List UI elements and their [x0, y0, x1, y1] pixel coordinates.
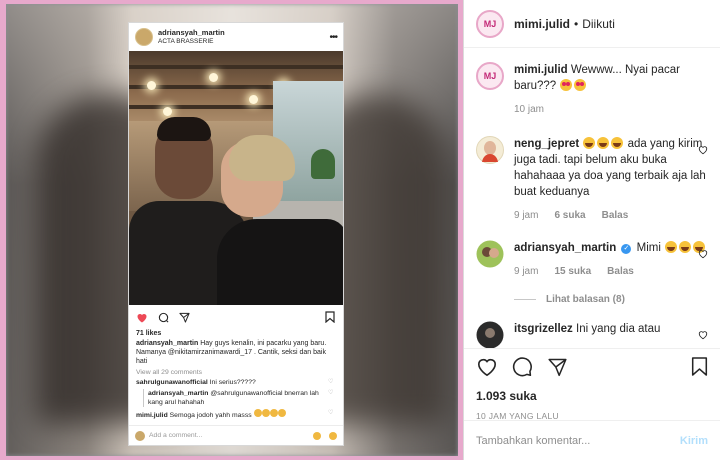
- laughing-emoji: [665, 241, 678, 253]
- screenshot-post-card: adriansyah_martin ACTA BRASSERIE ••• 71 …: [128, 22, 344, 446]
- screenshot-caption: adriansyah_martin Hay guys kenalin, ini …: [136, 340, 327, 365]
- comment-row: adriansyah_martin ✓ Mimi 9 jam 15 suka B…: [476, 240, 708, 280]
- post-actions: 1.093 suka 10 JAM YANG LALU: [464, 348, 720, 421]
- comment-username[interactable]: mimi.julid: [514, 64, 568, 76]
- follow-status[interactable]: Diikuti: [582, 17, 615, 31]
- heart-icon[interactable]: [698, 246, 708, 259]
- post-sidebar: MJ mimi.julid • Diikuti MJ mimi.julid We…: [463, 0, 720, 460]
- screenshot-likes: 71 likes: [136, 330, 162, 337]
- screenshot-comment: sahrulgunawanofficial Ini serius????? ♡: [129, 376, 343, 387]
- avatar[interactable]: [476, 136, 504, 164]
- separator-dot: •: [574, 16, 579, 31]
- laughing-emoji: [679, 241, 692, 253]
- screenshot-add-comment: Add a comment...: [129, 425, 343, 445]
- screenshot-actions: [129, 305, 343, 329]
- heart-eyes-emoji: [560, 79, 573, 91]
- post-header: MJ mimi.julid • Diikuti: [464, 0, 720, 48]
- heart-icon: ♡: [328, 379, 334, 385]
- caption-row: MJ mimi.julid Wewww... Nyai pacar baru??…: [476, 62, 708, 118]
- screenshot-location: ACTA BRASSERIE: [158, 38, 214, 45]
- screenshot-comment-reply: adriansyah_martin @sahrulgunawanofficial…: [129, 387, 343, 407]
- comment-time[interactable]: 9 jam: [514, 208, 538, 224]
- add-comment-bar: Kirim: [464, 420, 720, 460]
- heart-icon[interactable]: [476, 357, 498, 382]
- heart-icon[interactable]: [698, 327, 708, 340]
- likes-count[interactable]: 1.093 suka: [476, 389, 708, 403]
- post-media[interactable]: adriansyah_martin ACTA BRASSERIE ••• 71 …: [0, 0, 463, 460]
- screenshot-avatar: [135, 28, 153, 46]
- screenshot-post-header: adriansyah_martin ACTA BRASSERIE •••: [129, 23, 343, 51]
- laughing-emoji: [597, 137, 610, 149]
- comment-time[interactable]: 9 jam: [514, 264, 538, 280]
- verified-icon: ✓: [621, 244, 632, 254]
- comment-icon[interactable]: [512, 356, 533, 382]
- comment-text: neng_jepret ada yang kirim juga tadi. ta…: [514, 137, 706, 198]
- bookmark-icon: [324, 311, 336, 323]
- divider-line: [514, 299, 536, 300]
- reply-button[interactable]: Balas: [607, 264, 634, 280]
- share-icon: [178, 311, 190, 323]
- heart-icon[interactable]: [698, 142, 708, 155]
- author-username[interactable]: mimi.julid: [514, 17, 570, 31]
- comment-username[interactable]: adriansyah_martin: [514, 242, 616, 254]
- screenshot-username: adriansyah_martin: [158, 28, 225, 37]
- comments-list[interactable]: MJ mimi.julid Wewww... Nyai pacar baru??…: [464, 48, 720, 348]
- comment-row: neng_jepret ada yang kirim juga tadi. ta…: [476, 136, 708, 224]
- caption-text: mimi.julid Wewww... Nyai pacar baru???: [514, 64, 680, 92]
- post-comment-button[interactable]: Kirim: [680, 435, 708, 447]
- laughing-emoji: [611, 137, 624, 149]
- comment-likes[interactable]: 15 suka: [554, 264, 591, 280]
- heart-icon: [136, 311, 148, 323]
- view-replies-button[interactable]: Lihat balasan (8): [514, 294, 708, 305]
- avatar[interactable]: [476, 321, 504, 348]
- author-avatar[interactable]: MJ: [476, 9, 504, 38]
- heart-icon: ♡: [328, 410, 334, 416]
- screenshot-comment: mimi.julid Semoga jodoh yahh masss ♡: [129, 407, 343, 420]
- couple-photo: [129, 51, 343, 305]
- comment-icon: [157, 311, 169, 323]
- comment-input[interactable]: [476, 434, 680, 447]
- laughing-emoji: [583, 137, 596, 149]
- heart-icon: ♡: [328, 390, 334, 396]
- comment-text: adriansyah_martin ✓ Mimi: [514, 240, 708, 256]
- comment-username[interactable]: itsgrizellez: [514, 323, 573, 335]
- share-icon[interactable]: [547, 357, 568, 382]
- comment-likes[interactable]: 6 suka: [554, 208, 585, 224]
- comment-time[interactable]: 10 jam: [514, 102, 544, 118]
- reply-button[interactable]: Balas: [602, 208, 629, 224]
- screenshot-mini-avatar: [135, 430, 145, 441]
- screenshot-view-all: View all 29 comments: [136, 369, 202, 376]
- avatar[interactable]: [476, 240, 504, 268]
- comment-row: itsgrizellez Ini yang dia atau: [476, 321, 708, 348]
- comment-text: itsgrizellez Ini yang dia atau: [514, 323, 661, 335]
- bookmark-icon[interactable]: [691, 356, 708, 382]
- more-icon: •••: [329, 31, 337, 43]
- comment-username[interactable]: neng_jepret: [514, 138, 579, 150]
- post-image: adriansyah_martin ACTA BRASSERIE ••• 71 …: [6, 4, 458, 456]
- avatar[interactable]: MJ: [476, 62, 504, 90]
- heart-eyes-emoji: [574, 79, 587, 91]
